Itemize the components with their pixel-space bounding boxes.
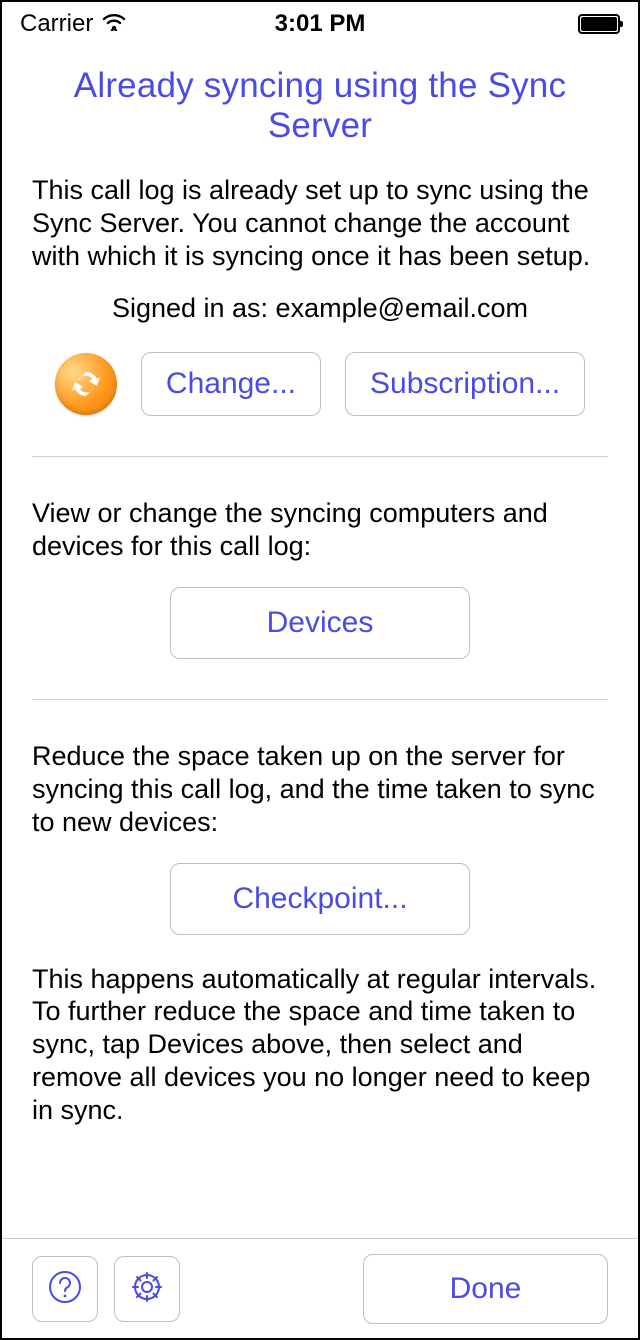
carrier-label: Carrier bbox=[20, 10, 93, 38]
status-time: 3:01 PM bbox=[275, 10, 366, 38]
subscription-button[interactable]: Subscription... bbox=[345, 352, 585, 416]
sync-icon bbox=[55, 353, 117, 415]
status-bar-right bbox=[578, 14, 620, 34]
checkpoint-after-text: This happens automatically at regular in… bbox=[32, 963, 608, 1128]
status-bar-left: Carrier bbox=[20, 10, 127, 38]
gear-icon bbox=[127, 1267, 167, 1310]
change-button[interactable]: Change... bbox=[141, 352, 321, 416]
checkpoint-text: Reduce the space taken up on the server … bbox=[32, 740, 608, 839]
devices-text: View or change the syncing computers and… bbox=[32, 497, 608, 563]
status-bar: Carrier 3:01 PM bbox=[2, 2, 638, 46]
settings-button[interactable] bbox=[114, 1256, 180, 1322]
intro-text: This call log is already set up to sync … bbox=[32, 174, 608, 273]
help-button[interactable] bbox=[32, 1256, 98, 1322]
divider bbox=[32, 699, 608, 700]
battery-icon bbox=[578, 14, 620, 34]
signed-in-label: Signed in as: bbox=[112, 293, 276, 323]
done-button[interactable]: Done bbox=[363, 1254, 608, 1324]
device-frame: Carrier 3:01 PM Already syncing using th… bbox=[0, 0, 640, 1340]
signed-in-line: Signed in as: example@email.com bbox=[32, 293, 608, 324]
divider bbox=[32, 456, 608, 457]
checkpoint-button[interactable]: Checkpoint... bbox=[170, 863, 470, 935]
main-content: Already syncing using the Sync Server Th… bbox=[2, 46, 638, 1238]
help-icon bbox=[46, 1268, 84, 1309]
wifi-icon bbox=[101, 10, 127, 38]
signed-in-email: example@email.com bbox=[276, 293, 529, 323]
devices-button[interactable]: Devices bbox=[170, 587, 470, 659]
account-button-row: Change... Subscription... bbox=[32, 352, 608, 416]
bottom-toolbar: Done bbox=[2, 1238, 638, 1338]
page-title: Already syncing using the Sync Server bbox=[32, 66, 608, 146]
